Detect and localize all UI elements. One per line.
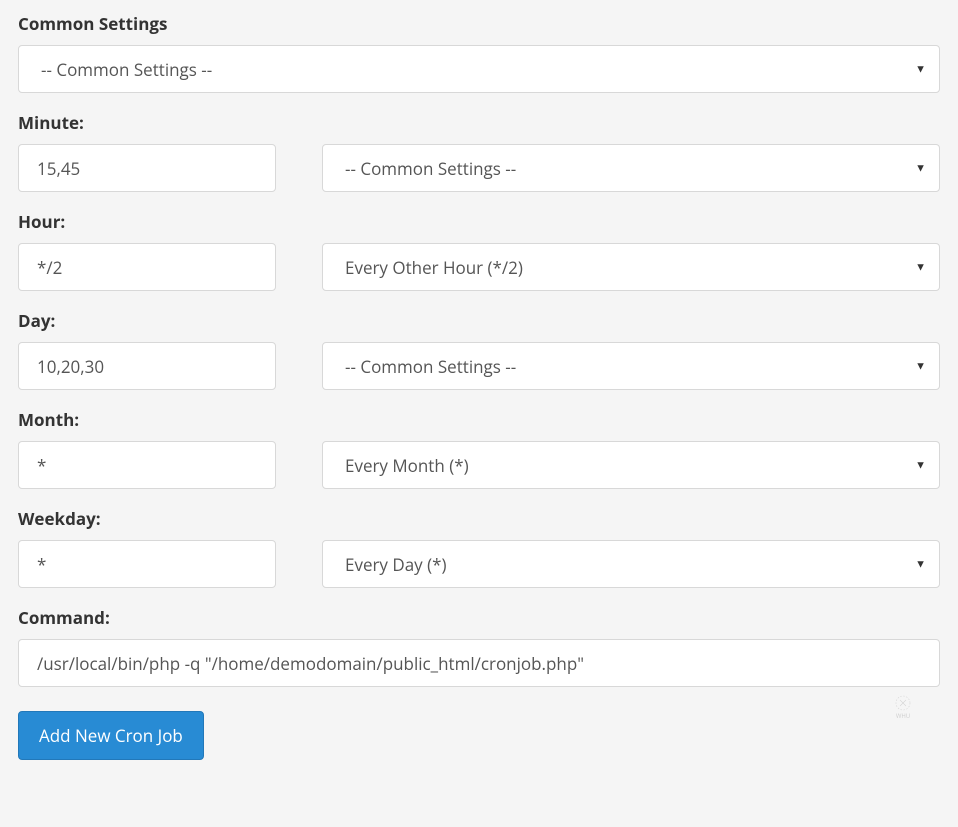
month-input[interactable] bbox=[18, 441, 276, 489]
command-label: Command: bbox=[18, 606, 940, 629]
whu-logo-icon: WHU bbox=[890, 694, 916, 720]
weekday-label: Weekday: bbox=[18, 507, 940, 530]
command-input[interactable] bbox=[18, 639, 940, 687]
common-settings-label: Common Settings bbox=[18, 12, 940, 35]
day-input[interactable] bbox=[18, 342, 276, 390]
hour-preset-select[interactable]: Every Other Hour (*/2) bbox=[322, 243, 940, 291]
month-label: Month: bbox=[18, 408, 940, 431]
day-preset-select[interactable]: -- Common Settings -- bbox=[322, 342, 940, 390]
minute-label: Minute: bbox=[18, 111, 940, 134]
day-label: Day: bbox=[18, 309, 940, 332]
common-settings-select[interactable]: -- Common Settings -- bbox=[18, 45, 940, 93]
weekday-preset-select[interactable]: Every Day (*) bbox=[322, 540, 940, 588]
weekday-input[interactable] bbox=[18, 540, 276, 588]
hour-input[interactable] bbox=[18, 243, 276, 291]
hour-label: Hour: bbox=[18, 210, 940, 233]
minute-input[interactable] bbox=[18, 144, 276, 192]
minute-preset-select[interactable]: -- Common Settings -- bbox=[322, 144, 940, 192]
month-preset-select[interactable]: Every Month (*) bbox=[322, 441, 940, 489]
add-cron-job-button[interactable]: Add New Cron Job bbox=[18, 711, 204, 760]
